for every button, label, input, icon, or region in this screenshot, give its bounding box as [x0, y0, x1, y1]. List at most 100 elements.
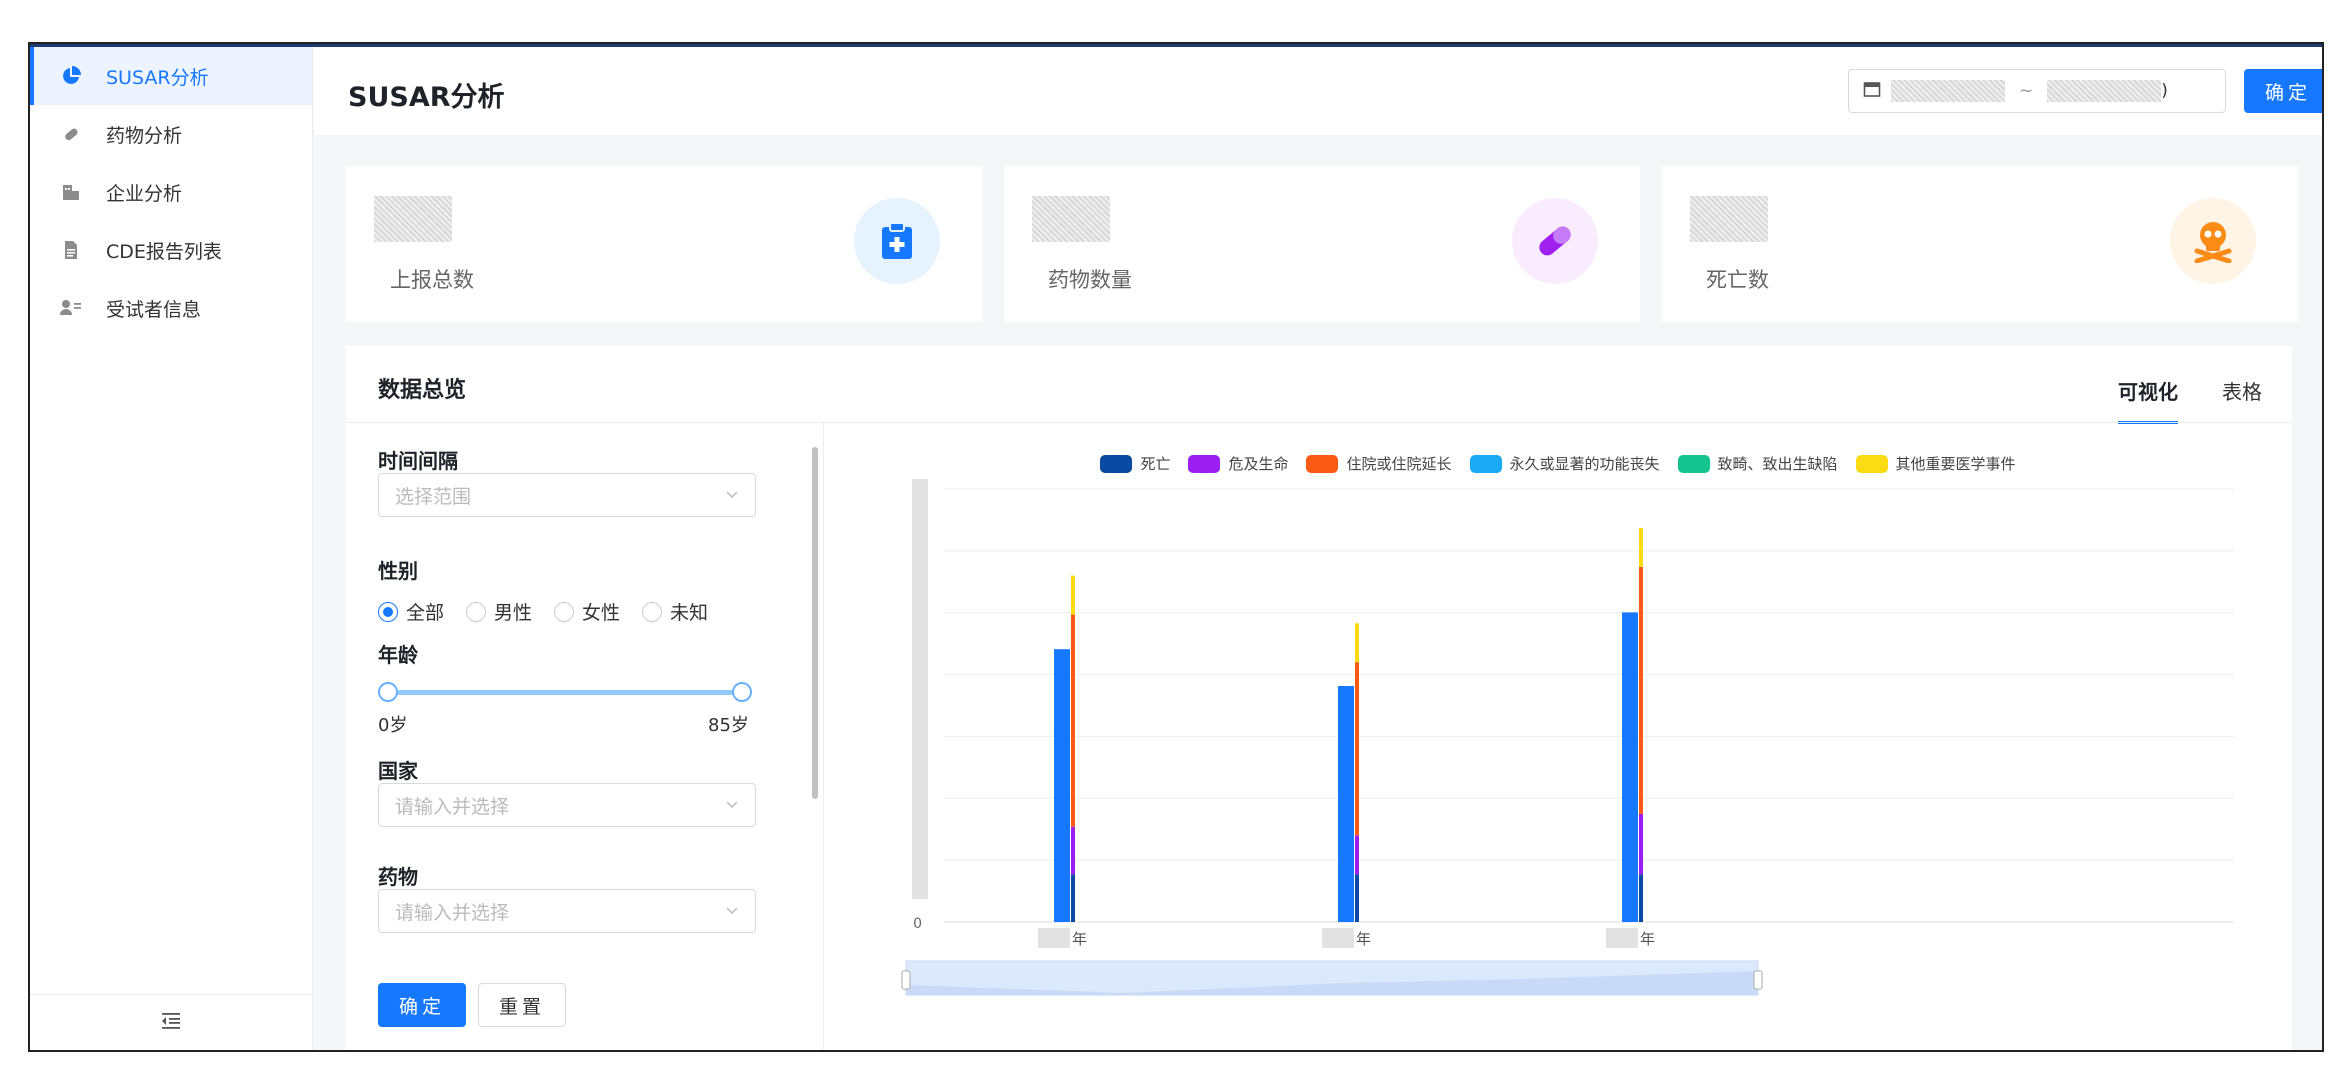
- sidebar-item-label: 受试者信息: [106, 298, 202, 321]
- age-label: 年龄: [378, 643, 418, 667]
- bar-segment: [1355, 623, 1359, 663]
- bar-segment: [1639, 813, 1643, 875]
- drug-select[interactable]: 请输入并选择: [378, 889, 756, 933]
- app-window: SUSAR分析 药物分析 企业分析 CDE报告列表 受试者信息 SUSAR分析 …: [28, 42, 2324, 1052]
- bar-segment: [1639, 527, 1643, 567]
- sidebar-item-susar[interactable]: SUSAR分析: [30, 47, 312, 105]
- date-range-picker[interactable]: ~ ): [1848, 69, 2226, 113]
- stat-value-redacted: [374, 196, 452, 242]
- capsule-icon: [1512, 198, 1598, 284]
- radio-label: 男性: [494, 602, 533, 624]
- gender-radio-female[interactable]: 女性: [554, 598, 620, 625]
- building-icon: [60, 181, 82, 203]
- date-start-redacted: [1891, 80, 2005, 102]
- drug-placeholder: 请输入并选择: [395, 901, 510, 924]
- sidebar-item-label: CDE报告列表: [106, 240, 222, 263]
- page-header: SUSAR分析 ~ ) 确定: [314, 47, 2322, 135]
- x-tick-label: 年: [1072, 930, 1087, 948]
- pill-icon: [60, 123, 82, 145]
- filter-panel: 时间间隔 选择范围 性别 全部 男性 女性 未知 年龄 0岁 85岁 国家 请输…: [346, 423, 824, 1050]
- bar-segment: [1355, 874, 1359, 922]
- stat-label: 上报总数: [390, 268, 474, 292]
- age-min-label: 0岁: [378, 715, 408, 736]
- menu-fold-icon[interactable]: [160, 1011, 182, 1035]
- bar-segment: [1071, 826, 1075, 875]
- y-tick-label: 0: [913, 916, 922, 932]
- country-label: 国家: [378, 759, 418, 783]
- stacked-bar-chart: 0 年 年 年: [901, 479, 2234, 996]
- date-separator: ~: [2019, 81, 2034, 101]
- page-title: SUSAR分析: [348, 82, 505, 113]
- sidebar-item-drug[interactable]: 药物分析: [30, 105, 312, 163]
- x-tick-label: 年: [1356, 930, 1371, 948]
- date-end-suffix: ): [2161, 81, 2168, 101]
- radio-label: 全部: [406, 602, 445, 624]
- bar-segment: [1071, 575, 1075, 615]
- tab-table[interactable]: 表格: [2222, 376, 2262, 424]
- sidebar-item-label: 企业分析: [106, 182, 183, 205]
- gender-radio-unknown[interactable]: 未知: [642, 598, 708, 625]
- contact-card-icon: [60, 297, 82, 319]
- gender-radio-group: 全部 男性 女性 未知: [378, 598, 708, 625]
- sidebar-footer: [30, 994, 312, 1050]
- radio-dot: [554, 601, 575, 622]
- interval-placeholder: 选择范围: [395, 485, 472, 508]
- gender-radio-all[interactable]: 全部: [378, 598, 444, 625]
- bar-total: [1338, 686, 1354, 922]
- y-axis-labels-redacted: [912, 479, 928, 899]
- interval-select[interactable]: 选择范围: [378, 473, 756, 517]
- bar-total: [1622, 612, 1638, 922]
- radio-dot: [378, 601, 398, 622]
- stat-card-drug-count: 药物数量: [1004, 166, 1640, 322]
- x-tick-label: 年: [1640, 930, 1655, 948]
- sidebar-item-label: SUSAR分析: [106, 66, 209, 89]
- stat-label: 死亡数: [1706, 268, 1769, 292]
- bar-segment: [1639, 874, 1643, 922]
- bar-segment: [1355, 662, 1359, 836]
- bar-total: [1054, 649, 1070, 922]
- filter-confirm-button[interactable]: 确定: [378, 983, 466, 1027]
- view-tabs: 可视化 表格: [2118, 376, 2262, 424]
- calendar-icon: [1863, 80, 1881, 103]
- filter-reset-button[interactable]: 重置: [478, 983, 566, 1027]
- radio-label: 未知: [670, 602, 709, 624]
- skull-crossbones-icon: [2170, 198, 2256, 284]
- stat-value-redacted: [1690, 196, 1768, 242]
- chart-area: 死亡 危及生命 住院或住院延长 永久或显著的功能丧失 致畸、致出生缺陷 其他重要医学事件 …: [824, 423, 2292, 1050]
- filter-scrollbar[interactable]: [812, 447, 818, 799]
- country-select[interactable]: 请输入并选择: [378, 783, 756, 827]
- gender-label: 性别: [378, 559, 418, 583]
- radio-dot: [642, 601, 663, 622]
- stat-value-redacted: [1032, 196, 1110, 242]
- age-max-label: 85岁: [708, 715, 749, 736]
- age-slider-max-handle[interactable]: [732, 682, 752, 702]
- chevron-down-icon: [723, 901, 741, 924]
- sidebar: SUSAR分析 药物分析 企业分析 CDE报告列表 受试者信息: [30, 47, 313, 1050]
- age-slider-min-handle[interactable]: [378, 682, 398, 702]
- stat-card-death-count: 死亡数: [1662, 166, 2298, 322]
- x-tick-year-redacted: [1606, 928, 1638, 948]
- header-confirm-button[interactable]: 确定: [2244, 69, 2322, 113]
- age-slider-track[interactable]: [388, 690, 742, 695]
- interval-label: 时间间隔: [378, 449, 458, 473]
- chevron-down-icon: [723, 795, 741, 818]
- radio-label: 女性: [582, 602, 621, 624]
- stat-label: 药物数量: [1048, 268, 1132, 292]
- sidebar-item-label: 药物分析: [106, 124, 183, 147]
- x-tick-year-redacted: [1038, 928, 1070, 948]
- chevron-down-icon: [723, 485, 741, 508]
- radio-dot: [466, 601, 487, 622]
- bar-segment: [1071, 874, 1075, 922]
- sidebar-item-cde-reports[interactable]: CDE报告列表: [30, 221, 312, 279]
- tab-visualization[interactable]: 可视化: [2118, 376, 2178, 424]
- bar-segment: [1639, 566, 1643, 814]
- data-zoom-handle-left: [901, 970, 911, 990]
- document-icon: [60, 239, 82, 261]
- sidebar-item-company[interactable]: 企业分析: [30, 163, 312, 221]
- bar-segment: [1071, 614, 1075, 827]
- gender-radio-male[interactable]: 男性: [466, 598, 532, 625]
- sidebar-item-subjects[interactable]: 受试者信息: [30, 279, 312, 337]
- x-tick-year-redacted: [1322, 928, 1354, 948]
- pie-chart-icon: [60, 65, 82, 87]
- country-placeholder: 请输入并选择: [395, 795, 510, 818]
